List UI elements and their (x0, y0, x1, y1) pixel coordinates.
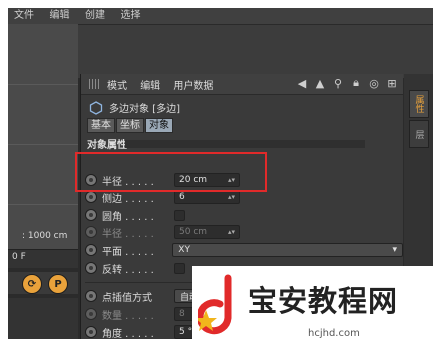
param-label: 平面 . . . . . (102, 246, 154, 258)
attributes-header: 模式 编辑 用户数据 ◀ ▲ ⚲ 🔒︎ ◎ ⊞ (81, 74, 403, 95)
playback-p-icon[interactable]: P (48, 274, 68, 294)
object-name: 多边对象 [多边] (109, 104, 180, 115)
menubar: 文件 编辑 创建 选择 (8, 8, 433, 25)
material-area (8, 298, 78, 339)
anim-dot-icon[interactable] (85, 308, 97, 320)
param-plane: 平面 . . . . . XY ▾ (85, 242, 403, 258)
grid-line (8, 84, 78, 85)
reverse-checkbox[interactable] (174, 262, 185, 274)
new-panel-icon[interactable]: ⊞ (385, 76, 399, 90)
current-frame: 0 F (12, 252, 26, 262)
tab-basic[interactable]: 基本 (87, 118, 115, 133)
select-value: XY (178, 245, 190, 255)
attributes-menu: 模式 编辑 用户数据 (107, 77, 223, 92)
smudge (125, 140, 365, 148)
menu-mode[interactable]: 模式 (107, 81, 127, 92)
param-label: 反转 . . . . . (102, 264, 154, 276)
tab-object[interactable]: 对象 (145, 118, 173, 133)
param-label: 半径 . . . . . (102, 228, 154, 240)
anim-dot-icon[interactable] (85, 262, 97, 274)
watermark-url: hcjhd.com (308, 328, 360, 339)
anim-dot-icon[interactable] (85, 290, 97, 302)
grid-line (8, 144, 78, 145)
anim-dot-icon[interactable] (85, 244, 97, 256)
field-value: 5 ° (179, 327, 193, 337)
sides-input[interactable]: 6 ▴▾ (174, 190, 240, 204)
param-label: 圆角 . . . . . (102, 211, 154, 223)
loop-icon[interactable]: ⟳ (22, 274, 42, 294)
watermark: 宝安教程网 hcjhd.com (192, 266, 441, 347)
watermark-brand: 宝安教程网 (248, 284, 399, 318)
param-round: 圆角 . . . . . (85, 207, 403, 223)
perspective-viewport[interactable] (8, 24, 78, 249)
anim-dot-icon[interactable] (85, 326, 97, 338)
animation-toolbar: ⟳ P (8, 272, 78, 294)
watermark-logo-icon (198, 274, 232, 335)
highlight-box (75, 152, 267, 192)
object-title: 多边对象 [多边] (89, 100, 180, 115)
menu-userdata[interactable]: 用户数据 (173, 81, 213, 92)
plane-select[interactable]: XY ▾ (172, 243, 403, 257)
grid-spacing-readout: : 1000 cm (22, 231, 68, 241)
menu-item[interactable]: 选择 (115, 8, 147, 24)
round-checkbox[interactable] (174, 209, 185, 221)
up-arrow-icon[interactable]: ▲ (313, 76, 327, 90)
field-value: 6 (179, 192, 185, 202)
search-icon[interactable]: ⚲ (331, 76, 345, 90)
grip-icon[interactable] (89, 79, 99, 89)
spinner-icon[interactable]: ▴▾ (228, 193, 235, 201)
anim-dot-icon[interactable] (85, 226, 97, 238)
menu-item[interactable]: 文件 (8, 8, 40, 24)
chevron-down-icon: ▾ (392, 245, 397, 255)
field-value: 50 cm (179, 227, 208, 237)
spinner-icon[interactable]: ▴▾ (228, 228, 235, 236)
tab-coord[interactable]: 坐标 (116, 118, 144, 133)
timeline[interactable]: 0 F (8, 249, 78, 268)
anim-dot-icon[interactable] (85, 209, 97, 221)
anim-dot-icon[interactable] (85, 191, 97, 203)
param-label: 点插值方式 (102, 292, 152, 304)
menu-item[interactable]: 创建 (79, 8, 111, 24)
tab-layers-vertical[interactable]: 层 (409, 120, 429, 148)
grid-line (8, 204, 78, 205)
attribute-tabs: 基本 坐标 对象 (87, 118, 173, 133)
tab-attributes-vertical[interactable]: 属性 (409, 90, 429, 118)
polygon-icon (89, 100, 103, 115)
back-arrow-icon[interactable]: ◀ (295, 76, 309, 90)
field-value: 8 (179, 309, 185, 319)
param-round-radius: 半径 . . . . . 50 cm ▴▾ (85, 224, 403, 240)
menu-item[interactable]: 编辑 (44, 8, 76, 24)
round-radius-input[interactable]: 50 cm ▴▾ (174, 225, 240, 239)
target-icon[interactable]: ◎ (367, 76, 381, 90)
lock-icon[interactable]: 🔒︎ (349, 76, 363, 90)
section-title: 对象属性 (87, 140, 127, 151)
menu-edit[interactable]: 编辑 (140, 81, 160, 92)
param-label: 角度 . . . . . (102, 328, 154, 340)
param-label: 数量 . . . . . (102, 310, 154, 322)
